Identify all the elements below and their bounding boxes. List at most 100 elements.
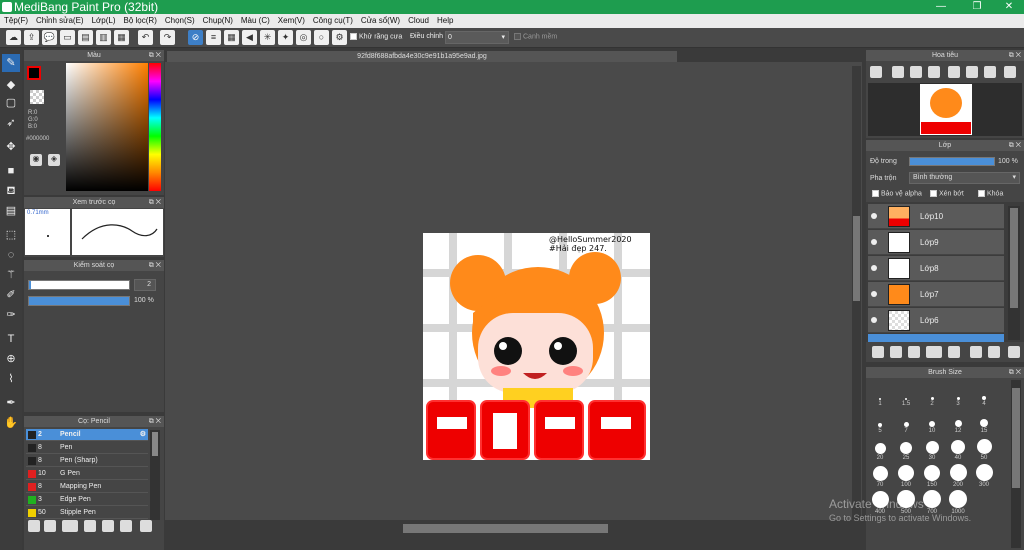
background-color-swatch[interactable] xyxy=(30,90,44,104)
lasso-tool-icon[interactable]: ◌ xyxy=(2,246,20,264)
duplicate-brush-icon[interactable] xyxy=(120,520,132,532)
lock-checkbox[interactable] xyxy=(978,190,985,197)
smooth-toggle[interactable]: Canh mềm xyxy=(514,33,557,40)
fullscreen-icon[interactable] xyxy=(966,66,978,78)
smooth-checkbox[interactable] xyxy=(514,33,521,40)
gradient-tool-icon[interactable]: ▤ xyxy=(2,202,20,220)
clipping-toggle[interactable]: Xén bớt xyxy=(930,190,964,197)
brush-item-pen[interactable]: 8 Pen xyxy=(26,442,148,454)
brush-size-option[interactable]: 200 xyxy=(946,464,970,489)
brush-size-option[interactable]: 100 xyxy=(894,465,918,489)
layer-folder-icon[interactable] xyxy=(948,346,960,358)
layer-item[interactable]: Lớp10 xyxy=(868,204,1004,229)
brush-list-scrollbar[interactable] xyxy=(150,430,160,520)
panel-controls-icon[interactable]: ⧉ ✕ xyxy=(149,416,161,427)
menu-select[interactable]: Chọn(S) xyxy=(161,14,199,28)
menu-window[interactable]: Cửa sổ(W) xyxy=(357,14,404,28)
brush-menu-icon[interactable] xyxy=(62,520,78,532)
select-eraser-tool-icon[interactable]: ✑ xyxy=(2,306,20,324)
lock-toggle[interactable]: Khóa xyxy=(978,190,1003,197)
visibility-icon[interactable] xyxy=(871,265,877,271)
scrollbar-thumb[interactable] xyxy=(152,432,158,456)
brush-size-option[interactable]: 15 xyxy=(972,411,996,435)
brush-size-option[interactable]: 5 xyxy=(868,411,892,435)
grid-snap-icon[interactable]: ▦ xyxy=(224,30,239,45)
brush-opacity-slider[interactable] xyxy=(28,296,130,306)
layer-item-selected[interactable] xyxy=(868,334,1004,342)
clipping-checkbox[interactable] xyxy=(930,190,937,197)
add-brush-icon[interactable] xyxy=(28,520,40,532)
brush-size-option[interactable]: 2 xyxy=(920,384,944,408)
settings-snap-icon[interactable]: ⚙ xyxy=(332,30,347,45)
fit-icon[interactable] xyxy=(910,66,922,78)
menu-filter[interactable]: Bộ lọc(R) xyxy=(120,14,161,28)
brush-size-option[interactable]: 20 xyxy=(868,438,892,462)
document-tab[interactable]: 92fd8f688afbda4e30c9e91b1a95e9ad.jpg xyxy=(167,51,677,62)
protect-alpha-toggle[interactable]: Bảo vệ alpha xyxy=(872,190,922,197)
brush-size-option[interactable]: 150 xyxy=(920,465,944,489)
panel-controls-icon[interactable]: ⧉ ✕ xyxy=(1009,50,1021,61)
brush-page-icon[interactable] xyxy=(84,520,96,532)
brush-size-option[interactable]: 12 xyxy=(946,411,970,435)
antialias-checkbox[interactable] xyxy=(350,33,357,40)
menu-cloud[interactable]: Cloud xyxy=(404,14,433,28)
canvas-hscroll[interactable] xyxy=(165,520,862,536)
panel-controls-icon[interactable]: ⧉ ✕ xyxy=(149,50,161,61)
layer-item[interactable]: Lớp9 xyxy=(868,230,1004,255)
undo-icon[interactable]: ↶ xyxy=(138,30,153,45)
snap-off-icon[interactable]: ⊘ xyxy=(188,30,203,45)
manga-page-icon[interactable]: ▥ xyxy=(96,30,111,45)
panel-controls-icon[interactable]: ⧉ ✕ xyxy=(1009,367,1021,378)
select-pen-tool-icon[interactable]: ✐ xyxy=(2,286,20,304)
brush-tool-icon[interactable]: ✎ xyxy=(2,54,20,72)
brush-size-option[interactable]: 40 xyxy=(946,438,970,462)
bucket-tool-icon[interactable]: ⛾ xyxy=(2,182,20,200)
menu-tools[interactable]: Công cụ(T) xyxy=(309,14,357,28)
menu-edit[interactable]: Chỉnh sửa(E) xyxy=(32,14,88,28)
scrollbar-thumb[interactable] xyxy=(853,216,860,301)
text-tool-icon[interactable]: T xyxy=(2,330,20,348)
antialias-toggle[interactable]: Khử răng cưa xyxy=(350,33,402,40)
brush-size-option[interactable]: 300 xyxy=(972,464,996,489)
new-layer-icon[interactable] xyxy=(872,346,884,358)
brush-size-option[interactable]: 10 xyxy=(920,411,944,435)
brush-size-option[interactable]: 1.5 xyxy=(894,384,918,408)
new-8bit-layer-icon[interactable] xyxy=(908,346,920,358)
brush-item-pencil[interactable]: 2 Pencil ⚙ xyxy=(26,429,148,441)
new-brush-icon[interactable] xyxy=(44,520,56,532)
visibility-icon[interactable] xyxy=(871,213,877,219)
cloud-icon[interactable]: ☁ xyxy=(6,30,21,45)
scrollbar-thumb[interactable] xyxy=(1012,388,1020,488)
chat-icon[interactable]: 💬 xyxy=(42,30,57,45)
brush-size-option[interactable]: 7 xyxy=(894,411,918,435)
page-icon[interactable]: ▤ xyxy=(78,30,93,45)
radial-snap-icon[interactable]: ✦ xyxy=(278,30,293,45)
fill-rect-tool-icon[interactable]: ■ xyxy=(2,162,20,180)
layer-opacity-slider[interactable] xyxy=(909,157,995,166)
duplicate-layer-icon[interactable] xyxy=(970,346,982,358)
brush-item-mapping-pen[interactable]: 8 Mapping Pen xyxy=(26,481,148,493)
blur-tool-icon[interactable]: ➶ xyxy=(2,114,20,132)
visibility-icon[interactable] xyxy=(871,239,877,245)
move-tool-icon[interactable]: ✥ xyxy=(2,138,20,156)
panel-controls-icon[interactable]: ⧉ ✕ xyxy=(149,197,161,208)
foreground-color-swatch[interactable] xyxy=(27,66,41,80)
panel-controls-icon[interactable]: ⧉ ✕ xyxy=(149,260,161,271)
upload-icon[interactable]: ⇪ xyxy=(24,30,39,45)
export-icon[interactable]: ▦ xyxy=(114,30,129,45)
brush-size-option[interactable]: 1 xyxy=(868,384,892,408)
eyedropper-tool-icon[interactable]: ⌇ xyxy=(2,370,20,388)
brush-size-slider[interactable] xyxy=(28,280,130,290)
brush-folder-icon[interactable] xyxy=(102,520,114,532)
layer-list-scrollbar[interactable] xyxy=(1008,206,1020,340)
eraser-tool-icon[interactable]: ◆ xyxy=(2,76,20,94)
comment-icon[interactable]: ▭ xyxy=(60,30,75,45)
merge-layer-icon[interactable] xyxy=(988,346,1000,358)
vanishing-snap-icon[interactable]: ✳ xyxy=(260,30,275,45)
brush-size-option[interactable]: 3 xyxy=(946,384,970,408)
brush-size-option[interactable]: 30 xyxy=(920,438,944,462)
menu-color[interactable]: Màu (C) xyxy=(237,14,274,28)
circle-snap-icon[interactable]: ○ xyxy=(314,30,329,45)
magic-wand-tool-icon[interactable]: ⚚ xyxy=(2,266,20,284)
brush-size-scrollbar[interactable] xyxy=(1011,380,1021,548)
